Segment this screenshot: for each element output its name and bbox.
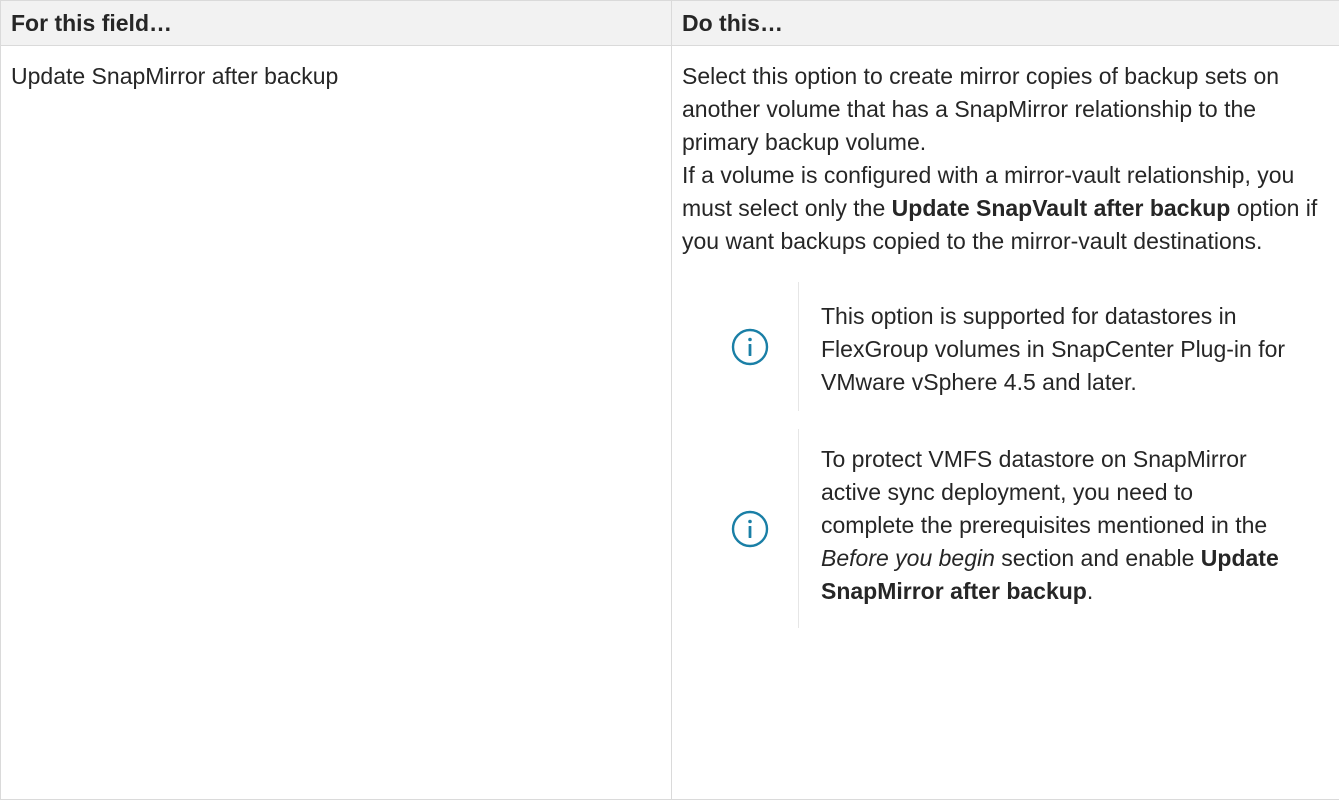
header-action: Do this…	[671, 0, 1339, 46]
table-body: Update SnapMirror after backup Select th…	[0, 45, 1339, 800]
action-cell: Select this option to create mirror copi…	[671, 45, 1339, 800]
action-paragraph-2: If a volume is configured with a mirror-…	[682, 159, 1329, 258]
table-row: Update SnapMirror after backup Select th…	[0, 45, 1339, 800]
note-text: To protect VMFS datastore on SnapMirror …	[799, 429, 1289, 628]
note-text: This option is supported for datastores …	[821, 303, 1286, 395]
options-table: For this field… Do this… Update SnapMirr…	[0, 0, 1339, 800]
info-icon	[731, 328, 769, 365]
note-2-start: To protect VMFS datastore on SnapMirror …	[821, 446, 1268, 538]
snapvault-option-name: Update SnapVault after backup	[891, 195, 1231, 221]
table-header: For this field… Do this…	[0, 0, 1339, 46]
note-icon-column	[682, 282, 799, 411]
note-2-end: .	[1086, 578, 1094, 604]
action-description: Select this option to create mirror copi…	[682, 60, 1329, 258]
action-paragraph-1: Select this option to create mirror copi…	[682, 63, 1280, 155]
field-name: Update SnapMirror after backup	[11, 63, 339, 89]
header-row: For this field… Do this…	[0, 0, 1339, 46]
before-you-begin-reference: Before you begin	[821, 545, 995, 571]
note-2-middle: section and enable	[994, 545, 1201, 571]
note-vmfs: To protect VMFS datastore on SnapMirror …	[682, 429, 1329, 628]
note-icon-column	[682, 429, 799, 628]
field-cell: Update SnapMirror after backup	[0, 45, 672, 800]
header-field: For this field…	[0, 0, 672, 46]
note-flexgroup: This option is supported for datastores …	[682, 282, 1329, 411]
info-icon	[731, 510, 769, 547]
